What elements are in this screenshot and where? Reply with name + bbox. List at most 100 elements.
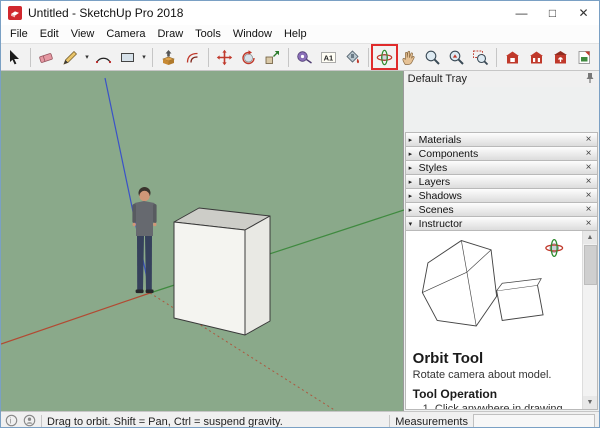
line-dropdown-arrow-icon[interactable]: ▾ (83, 53, 91, 61)
tray-section-styles[interactable]: ▸ Styles × (404, 160, 598, 174)
expand-arrow-icon[interactable]: ▸ (409, 192, 419, 200)
statusbar-separator (389, 415, 391, 427)
measurements-value[interactable] (473, 414, 595, 427)
close-icon[interactable]: × (583, 134, 594, 145)
close-icon[interactable]: × (583, 190, 594, 201)
close-icon[interactable]: × (583, 162, 594, 173)
close-button[interactable]: ✕ (568, 1, 599, 25)
eraser-tool-button[interactable] (35, 46, 58, 68)
text-label-icon: A1 (321, 51, 336, 63)
toolbar-separator (208, 47, 209, 67)
expand-arrow-icon[interactable]: ▸ (409, 206, 419, 214)
orbit-icon (544, 238, 563, 258)
app-logo-icon (8, 6, 22, 20)
menu-help[interactable]: Help (278, 28, 313, 40)
orbit-icon (376, 49, 393, 65)
select-cursor-icon (10, 49, 19, 64)
instructor-scrollbar[interactable]: ▲ ▼ (582, 231, 597, 409)
select-tool-button[interactable] (3, 46, 26, 68)
menu-file[interactable]: File (4, 28, 34, 40)
tray-section-components[interactable]: ▸ Components × (404, 146, 598, 160)
tray-empty-space (403, 87, 599, 132)
toolbar-separator (30, 47, 31, 67)
scale-icon (265, 50, 279, 64)
toolbar-separator (496, 47, 497, 67)
expand-arrow-icon[interactable]: ▸ (409, 178, 419, 186)
tray-section-layers[interactable]: ▸ Layers × (404, 174, 598, 188)
send-to-layout-button[interactable] (573, 46, 596, 68)
tray-section-materials[interactable]: ▸ Materials × (404, 132, 598, 146)
offset-icon (186, 52, 198, 63)
svg-text:A1: A1 (324, 53, 334, 62)
pan-hand-icon (402, 50, 415, 65)
scroll-down-icon[interactable]: ▼ (583, 396, 597, 409)
close-icon[interactable]: × (583, 176, 594, 187)
eraser-icon (39, 52, 53, 63)
offset-tool-button[interactable] (181, 46, 204, 68)
window-title: Untitled - SketchUp Pro 2018 (28, 6, 184, 20)
geolocation-status-icon[interactable]: i (5, 414, 18, 427)
move-tool-button[interactable] (213, 46, 236, 68)
orbit-tool-button[interactable] (371, 44, 398, 70)
minimize-button[interactable]: — (506, 1, 537, 25)
expand-arrow-icon[interactable]: ▾ (409, 220, 419, 228)
instructor-illustration (421, 238, 563, 327)
instructor-step-1: 1. Click anywhere in drawing area. (422, 403, 563, 409)
svg-text:i: i (9, 416, 11, 425)
rectangle-icon (121, 52, 134, 62)
tape-measure-tool-button[interactable] (293, 46, 316, 68)
menu-edit[interactable]: Edit (34, 28, 65, 40)
menu-view[interactable]: View (65, 28, 101, 40)
close-icon[interactable]: × (583, 218, 594, 229)
tray-section-shadows[interactable]: ▸ Shadows × (404, 188, 598, 202)
instructor-content: Orbit Tool Rotate camera about model. To… (406, 231, 582, 409)
scrollbar-thumb[interactable] (584, 245, 597, 285)
rotate-tool-button[interactable] (237, 46, 260, 68)
push-pull-icon (162, 49, 175, 65)
arc-icon (95, 57, 112, 63)
maximize-button[interactable]: □ (537, 1, 568, 25)
menu-window[interactable]: Window (227, 28, 278, 40)
zoom-window-tool-button[interactable] (469, 46, 492, 68)
tray-section-instructor[interactable]: ▾ Instructor × (404, 216, 598, 230)
menu-tools[interactable]: Tools (189, 28, 227, 40)
shapes-tool-button[interactable] (116, 46, 139, 68)
status-hint: Drag to orbit. Shift = Pan, Ctrl = suspe… (47, 416, 283, 428)
drawing-canvas[interactable] (1, 71, 404, 411)
pencil-icon (63, 50, 77, 65)
paint-bucket-icon (346, 49, 359, 63)
pin-icon[interactable] (585, 72, 595, 87)
paint-bucket-tool-button[interactable] (341, 46, 364, 68)
3d-warehouse-button[interactable] (501, 46, 524, 68)
extension-warehouse-icon (530, 51, 543, 63)
sketchup-window: Untitled - SketchUp Pro 2018 — □ ✕ File … (0, 0, 600, 428)
menu-camera[interactable]: Camera (100, 28, 151, 40)
pan-tool-button[interactable] (397, 46, 420, 68)
menu-draw[interactable]: Draw (151, 28, 189, 40)
scale-tool-button[interactable] (261, 46, 284, 68)
close-icon[interactable]: × (583, 204, 594, 215)
expand-arrow-icon[interactable]: ▸ (409, 164, 419, 172)
rotate-icon (242, 49, 255, 64)
close-icon[interactable]: × (583, 148, 594, 159)
zoom-tool-button[interactable] (421, 46, 444, 68)
model-box[interactable] (173, 207, 271, 336)
zoom-extents-tool-button[interactable] (445, 46, 468, 68)
instructor-operation-heading: Tool Operation (412, 387, 498, 401)
share-model-icon (554, 50, 567, 63)
text-tool-button[interactable]: A1 (317, 46, 340, 68)
arcs-tool-button[interactable] (92, 46, 115, 68)
zoom-magnifier-icon (425, 50, 440, 65)
scroll-up-icon[interactable]: ▲ (583, 231, 597, 244)
expand-arrow-icon[interactable]: ▸ (409, 150, 419, 158)
tray-section-scenes[interactable]: ▸ Scenes × (404, 202, 598, 216)
shapes-dropdown-arrow-icon[interactable]: ▾ (140, 53, 148, 61)
push-pull-tool-button[interactable] (157, 46, 180, 68)
expand-arrow-icon[interactable]: ▸ (409, 136, 419, 144)
extension-warehouse-button[interactable] (525, 46, 548, 68)
share-model-button[interactable] (549, 46, 572, 68)
scale-figure[interactable] (132, 187, 157, 294)
line-tool-button[interactable] (59, 46, 82, 68)
credits-status-icon[interactable] (23, 414, 36, 427)
status-bar: i Drag to orbit. Shift = Pan, Ctrl = sus… (1, 411, 599, 428)
